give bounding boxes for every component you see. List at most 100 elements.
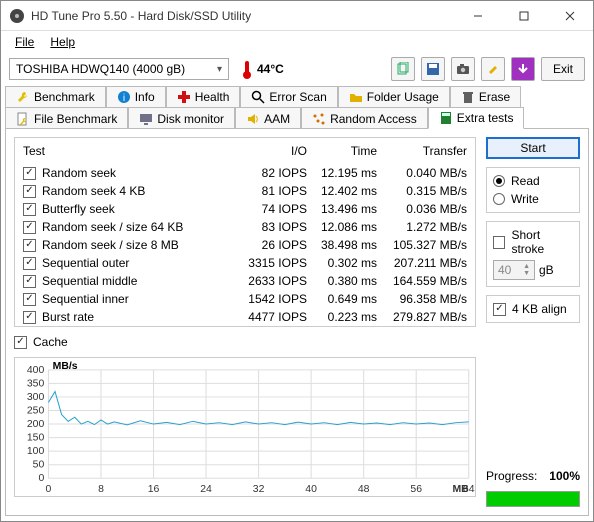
cell-time: 38.498 ms (307, 238, 377, 252)
toolbar: TOSHIBA HDWQ140 (4000 gB) ▾ 44°C Exit (1, 53, 593, 85)
copy-info-button[interactable] (391, 57, 415, 81)
test-checkbox[interactable]: Butterfly seek (23, 202, 237, 216)
tab-erase[interactable]: Erase (450, 86, 521, 107)
table-row: Random seek / size 64 KB83 IOPS12.086 ms… (15, 218, 475, 236)
table-row: Random seek / size 8 MB26 IOPS38.498 ms1… (15, 236, 475, 254)
folder-icon (349, 90, 363, 104)
menu-help[interactable]: Help (44, 33, 81, 51)
cell-io: 4477 IOPS (237, 310, 307, 324)
trash-icon (461, 90, 475, 104)
tab-health[interactable]: Health (166, 86, 241, 107)
table-row: Sequential inner1542 IOPS0.649 ms96.358 … (15, 290, 475, 308)
tab-label: Info (135, 90, 155, 104)
tab-label: Random Access (330, 112, 417, 126)
svg-text:16: 16 (148, 484, 160, 495)
checkbox-icon (493, 236, 505, 249)
tab-content-extra-tests: Test I/O Time Transfer Random seek82 IOP… (5, 128, 589, 516)
cell-transfer: 96.358 MB/s (377, 292, 467, 306)
test-checkbox[interactable]: Random seek 4 KB (23, 184, 237, 198)
short-stroke-checkbox[interactable]: Short stroke (493, 228, 573, 256)
cell-io: 81 IOPS (237, 184, 307, 198)
plus-icon (177, 90, 191, 104)
test-checkbox[interactable]: Sequential outer (23, 256, 237, 270)
cell-transfer: 0.040 MB/s (377, 166, 467, 180)
window-controls (455, 1, 593, 31)
align-checkbox[interactable]: 4 KB align (493, 302, 573, 316)
svg-text:150: 150 (27, 433, 45, 444)
table-row: Butterfly seek74 IOPS13.496 ms0.036 MB/s (15, 200, 475, 218)
tab-error-scan[interactable]: Error Scan (240, 86, 337, 107)
tab-extra-tests[interactable]: Extra tests (428, 107, 525, 129)
svg-text:MB/s: MB/s (53, 361, 78, 372)
cell-transfer: 1.272 MB/s (377, 220, 467, 234)
col-io: I/O (237, 144, 307, 158)
test-checkbox[interactable]: Sequential middle (23, 274, 237, 288)
short-stroke-value[interactable]: 40 ▲▼ (493, 260, 535, 280)
cell-time: 0.302 ms (307, 256, 377, 270)
radio-read[interactable]: Read (493, 174, 573, 188)
cell-transfer: 0.315 MB/s (377, 184, 467, 198)
test-name: Sequential middle (42, 274, 137, 288)
cell-time: 0.649 ms (307, 292, 377, 306)
tab-label: Error Scan (269, 90, 326, 104)
checkbox-icon (23, 203, 36, 216)
tab-row-1: BenchmarkiInfo Health Error Scan Folder Usa… (5, 85, 589, 106)
cell-time: 12.086 ms (307, 220, 377, 234)
cell-transfer: 207.211 MB/s (377, 256, 467, 270)
cache-checkbox[interactable]: Cache (14, 335, 476, 349)
cell-io: 26 IOPS (237, 238, 307, 252)
cell-io: 74 IOPS (237, 202, 307, 216)
radio-write[interactable]: Write (493, 192, 573, 206)
cell-io: 83 IOPS (237, 220, 307, 234)
test-checkbox[interactable]: Random seek / size 8 MB (23, 238, 237, 252)
chevron-down-icon: ▾ (217, 64, 222, 75)
menu-file[interactable]: File (9, 33, 40, 51)
cell-transfer: 105.327 MB/s (377, 238, 467, 252)
cache-label: Cache (33, 335, 68, 349)
checkbox-icon (23, 239, 36, 252)
exit-button[interactable]: Exit (541, 57, 585, 81)
wrench-icon (16, 90, 30, 104)
options-button[interactable] (481, 57, 505, 81)
start-button[interactable]: Start (486, 137, 580, 159)
maximize-button[interactable] (501, 1, 547, 31)
mode-group: Read Write (486, 167, 580, 213)
search-icon (251, 90, 265, 104)
tab-benchmark[interactable]: Benchmark (5, 86, 106, 107)
tab-label: Health (195, 90, 230, 104)
tab-label: Extra tests (457, 111, 514, 125)
test-name: Random seek 4 KB (42, 184, 145, 198)
tab-aam[interactable]: AAM (235, 107, 301, 129)
align-group: 4 KB align (486, 295, 580, 323)
tab-info[interactable]: iInfo (106, 86, 166, 107)
close-button[interactable] (547, 1, 593, 31)
drive-select[interactable]: TOSHIBA HDWQ140 (4000 gB) ▾ (9, 58, 229, 80)
test-checkbox[interactable]: Sequential inner (23, 292, 237, 306)
test-checkbox[interactable]: Random seek / size 64 KB (23, 220, 237, 234)
radio-dot-icon (493, 175, 505, 187)
progress-label-row: Progress: 100% (486, 469, 580, 483)
checkbox-icon (23, 293, 36, 306)
tab-file-benchmark[interactable]: File Benchmark (5, 107, 128, 129)
tab-disk-monitor[interactable]: Disk monitor (128, 107, 235, 129)
screenshot-button[interactable] (451, 57, 475, 81)
minimize-button[interactable] (455, 1, 501, 31)
svg-text:8: 8 (98, 484, 104, 495)
progress-bar (486, 491, 580, 507)
svg-text:40: 40 (305, 484, 317, 495)
test-checkbox[interactable]: Burst rate (23, 310, 237, 324)
download-button[interactable] (511, 57, 535, 81)
svg-text:56: 56 (410, 484, 422, 495)
cell-time: 13.496 ms (307, 202, 377, 216)
svg-text:24: 24 (200, 484, 212, 495)
temperature-display: 44°C (241, 59, 284, 79)
tab-folder-usage[interactable]: Folder Usage (338, 86, 450, 107)
tab-random-access[interactable]: Random Access (301, 107, 428, 129)
cell-time: 12.195 ms (307, 166, 377, 180)
cell-transfer: 279.827 MB/s (377, 310, 467, 324)
app-icon (9, 8, 25, 24)
table-row: Random seek82 IOPS12.195 ms0.040 MB/s (15, 164, 475, 182)
test-checkbox[interactable]: Random seek (23, 166, 237, 180)
tab-row-2: File BenchmarkDisk monitorAAM Random Acce… (5, 106, 589, 128)
save-button[interactable] (421, 57, 445, 81)
